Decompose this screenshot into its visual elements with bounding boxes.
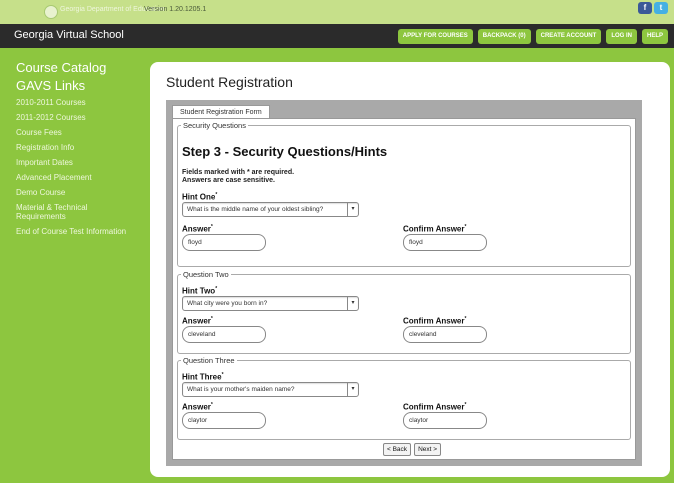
input-value: floyd: [409, 239, 423, 246]
confirm-answer-three-input[interactable]: claytor: [403, 412, 487, 429]
answer-label-text: Answer: [182, 316, 211, 326]
log-in-button[interactable]: LOG IN: [606, 29, 637, 44]
registration-form: Security Questions Step 3 - Security Que…: [172, 118, 636, 460]
required-mark: *: [215, 192, 218, 198]
back-button[interactable]: < Back: [383, 443, 412, 456]
answer-one-input[interactable]: floyd: [182, 234, 266, 251]
hint-two-select[interactable]: What city were you born in? ▾: [182, 296, 359, 311]
required-mark: *: [210, 316, 213, 322]
step-title: Step 3 - Security Questions/Hints: [182, 144, 388, 159]
sidebar-title-course-catalog[interactable]: Course Catalog: [16, 60, 146, 75]
confirm-label-text: Confirm Answer: [403, 224, 465, 234]
header-bar: Georgia Virtual School APPLY FOR COURSES…: [0, 24, 674, 48]
chevron-down-icon: ▾: [347, 383, 358, 396]
hint-two-label: Hint Two*: [182, 286, 217, 296]
top-strip: Georgia Department of Education Version …: [0, 0, 674, 24]
confirm-answer-label: Confirm Answer*: [403, 402, 466, 412]
input-value: floyd: [188, 239, 202, 246]
top-nav: APPLY FOR COURSES BACKPACK (0) CREATE AC…: [397, 29, 668, 44]
hint-label-text: Hint One: [182, 192, 216, 202]
sidebar-item-end-of-course-test[interactable]: End of Course Test Information: [16, 227, 134, 236]
confirm-label-text: Confirm Answer: [403, 316, 465, 326]
twitter-icon[interactable]: t: [654, 2, 668, 14]
twitter-glyph: t: [659, 3, 663, 12]
sidebar-item-advanced-placement[interactable]: Advanced Placement: [16, 173, 134, 182]
sidebar-title-gavs-links[interactable]: GAVS Links: [16, 78, 146, 93]
answer-three-input[interactable]: claytor: [182, 412, 266, 429]
hint-label-text: Hint Three: [182, 372, 222, 382]
department-logo-icon: [44, 5, 58, 19]
answer-label: Answer*: [182, 224, 213, 234]
sidebar: Course Catalog GAVS Links 2010-2011 Cour…: [16, 60, 146, 242]
input-value: cleveland: [188, 331, 216, 338]
input-value: cleveland: [409, 331, 437, 338]
hint-one-select[interactable]: What is the middle name of your oldest s…: [182, 202, 359, 217]
version-text: Version 1.20.1205.1: [144, 6, 207, 13]
main-panel: Student Registration Student Registratio…: [150, 62, 670, 477]
chevron-down-icon: ▾: [347, 203, 358, 216]
apply-for-courses-button[interactable]: APPLY FOR COURSES: [397, 29, 473, 44]
required-mark: *: [464, 402, 467, 408]
answer-label-text: Answer: [182, 224, 211, 234]
next-button[interactable]: Next >: [414, 443, 442, 456]
help-button[interactable]: HELP: [641, 29, 668, 44]
confirm-answer-two-input[interactable]: cleveland: [403, 326, 487, 343]
tab-student-registration-form[interactable]: Student Registration Form: [172, 105, 270, 119]
answer-label: Answer*: [182, 402, 213, 412]
facebook-glyph: f: [643, 3, 647, 12]
required-mark: *: [464, 224, 467, 230]
page-title: Student Registration: [166, 74, 293, 90]
confirm-label-text: Confirm Answer: [403, 402, 465, 412]
hint-three-label: Hint Three*: [182, 372, 224, 382]
sidebar-item-2011-2012-courses[interactable]: 2011-2012 Courses: [16, 113, 134, 122]
case-sensitive-note: Answers are case sensitive.: [182, 177, 276, 184]
confirm-answer-one-input[interactable]: floyd: [403, 234, 487, 251]
section-legend: Security Questions: [183, 121, 246, 130]
section-legend: Question Two: [183, 270, 229, 279]
required-note: Fields marked with * are required.: [182, 169, 295, 176]
input-value: claytor: [188, 417, 208, 424]
sidebar-item-course-fees[interactable]: Course Fees: [16, 128, 134, 137]
answer-label: Answer*: [182, 316, 213, 326]
sidebar-item-registration-info[interactable]: Registration Info: [16, 143, 134, 152]
form-buttons: < Back Next >: [383, 443, 442, 456]
hint-label-text: Hint Two: [182, 286, 216, 296]
required-mark: *: [215, 286, 218, 292]
sidebar-item-2010-2011-courses[interactable]: 2010-2011 Courses: [16, 98, 134, 107]
sidebar-item-demo-course[interactable]: Demo Course: [16, 188, 134, 197]
input-value: claytor: [409, 417, 429, 424]
select-value: What is your mother's maiden name?: [187, 386, 295, 393]
required-mark: *: [210, 402, 213, 408]
answer-two-input[interactable]: cleveland: [182, 326, 266, 343]
hint-three-select[interactable]: What is your mother's maiden name? ▾: [182, 382, 359, 397]
section-legend: Question Three: [183, 356, 235, 365]
sidebar-item-important-dates[interactable]: Important Dates: [16, 158, 134, 167]
confirm-answer-label: Confirm Answer*: [403, 316, 466, 326]
required-mark: *: [221, 372, 224, 378]
chevron-down-icon: ▾: [347, 297, 358, 310]
create-account-button[interactable]: CREATE ACCOUNT: [535, 29, 602, 44]
facebook-icon[interactable]: f: [638, 2, 652, 14]
confirm-answer-label: Confirm Answer*: [403, 224, 466, 234]
required-mark: *: [464, 316, 467, 322]
answer-label-text: Answer: [182, 402, 211, 412]
hint-one-label: Hint One*: [182, 192, 217, 202]
select-value: What city were you born in?: [187, 300, 268, 307]
registration-form-container: Student Registration Form Security Quest…: [166, 100, 642, 466]
required-mark: *: [210, 224, 213, 230]
backpack-button[interactable]: BACKPACK (0): [477, 29, 531, 44]
sidebar-item-material-technical[interactable]: Material & Technical Requirements: [16, 203, 134, 221]
select-value: What is the middle name of your oldest s…: [187, 206, 324, 213]
school-name[interactable]: Georgia Virtual School: [14, 29, 124, 41]
